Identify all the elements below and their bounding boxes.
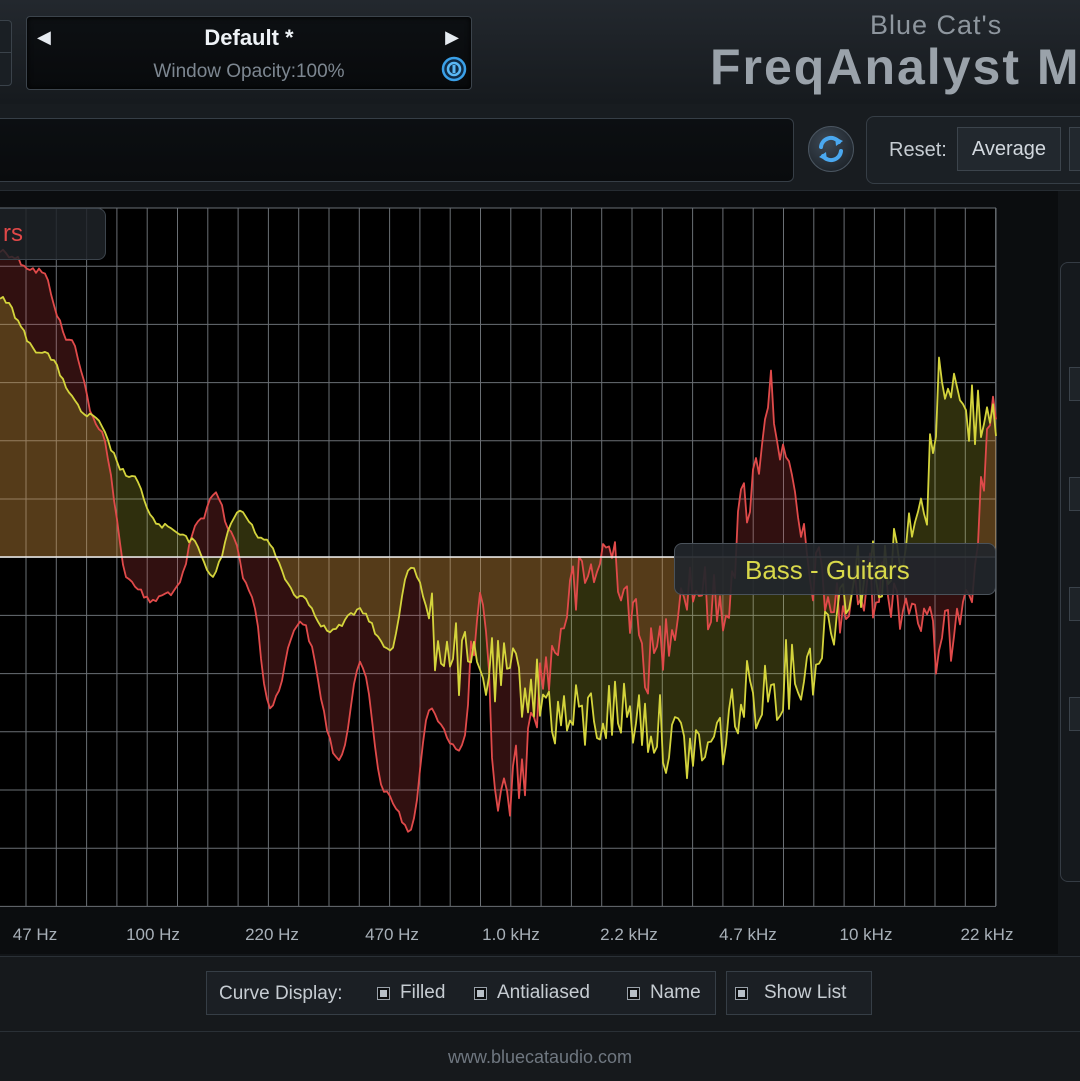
name-checkbox[interactable]: Name — [627, 982, 701, 1004]
side-control-1[interactable] — [1069, 367, 1080, 401]
freq-label: 2.2 kHz — [600, 925, 658, 944]
opacity-icon[interactable] — [441, 56, 467, 82]
curve-tooltip: Bass - Guitars — [674, 543, 996, 595]
bottom-bar: Curve Display: Filled Antialiased Name S… — [0, 956, 1080, 1081]
reset-average-button[interactable]: Average — [957, 127, 1061, 171]
refresh-button[interactable] — [808, 126, 854, 172]
freq-label: 47 Hz — [12, 925, 58, 944]
footer-separator — [0, 1031, 1080, 1032]
curve-display-field[interactable] — [0, 118, 794, 182]
brand-vendor: Blue Cat's — [870, 10, 1003, 40]
preset-selector[interactable]: ◀ Default * ▶ Window Opacity:100% — [26, 16, 472, 90]
freq-label: 22 kHz — [960, 925, 1014, 944]
side-control-panel — [1060, 262, 1080, 882]
checkbox-icon — [377, 986, 390, 1000]
reset-extra-button[interactable] — [1069, 127, 1080, 171]
reset-group: Reset: Average — [866, 116, 1080, 184]
checkbox-icon — [735, 986, 748, 1000]
refresh-icon — [819, 135, 843, 163]
freq-label: 4.7 kHz — [719, 925, 777, 944]
curve-display-group: Curve Display: Filled Antialiased Name — [206, 971, 716, 1015]
left-control-stub[interactable] — [0, 20, 12, 86]
checkbox-icon — [627, 986, 640, 1000]
side-control-3[interactable] — [1069, 587, 1080, 621]
freq-label: 100 Hz — [126, 925, 180, 944]
top-bar: ◀ Default * ▶ Window Opacity:100% Blue C… — [0, 0, 1080, 105]
preset-name: Default * — [204, 25, 294, 50]
checkbox-icon — [474, 986, 487, 1000]
side-control-2[interactable] — [1069, 477, 1080, 511]
curve-display-label: Curve Display: — [219, 983, 343, 1004]
filled-checkbox[interactable]: Filled — [377, 982, 445, 1004]
second-toolbar: Reset: Average — [0, 104, 1080, 191]
freq-label: 1.0 kHz — [482, 925, 540, 944]
freq-label: 10 kHz — [839, 925, 893, 944]
antialiased-checkbox[interactable]: Antialiased — [474, 982, 590, 1004]
freq-label: 220 Hz — [245, 925, 299, 944]
right-triangle-icon[interactable]: ▶ — [445, 27, 459, 48]
window-opacity-label[interactable]: Window Opacity:100% — [27, 61, 471, 83]
curve-name-text: rs — [3, 220, 23, 247]
show-list-checkbox[interactable]: Show List — [735, 982, 846, 1004]
freq-label: 470 Hz — [365, 925, 419, 944]
reset-label: Reset: — [889, 139, 947, 161]
website-link[interactable]: www.bluecataudio.com — [0, 1047, 1080, 1068]
curve-name-badge[interactable]: rs — [0, 208, 106, 260]
frequency-axis: 47 Hz 100 Hz 220 Hz 470 Hz 1.0 kHz 2.2 k… — [0, 920, 1058, 950]
side-control-4[interactable] — [1069, 697, 1080, 731]
brand-product: FreqAnalyst M — [710, 39, 1080, 95]
show-list-group: Show List — [726, 971, 872, 1015]
